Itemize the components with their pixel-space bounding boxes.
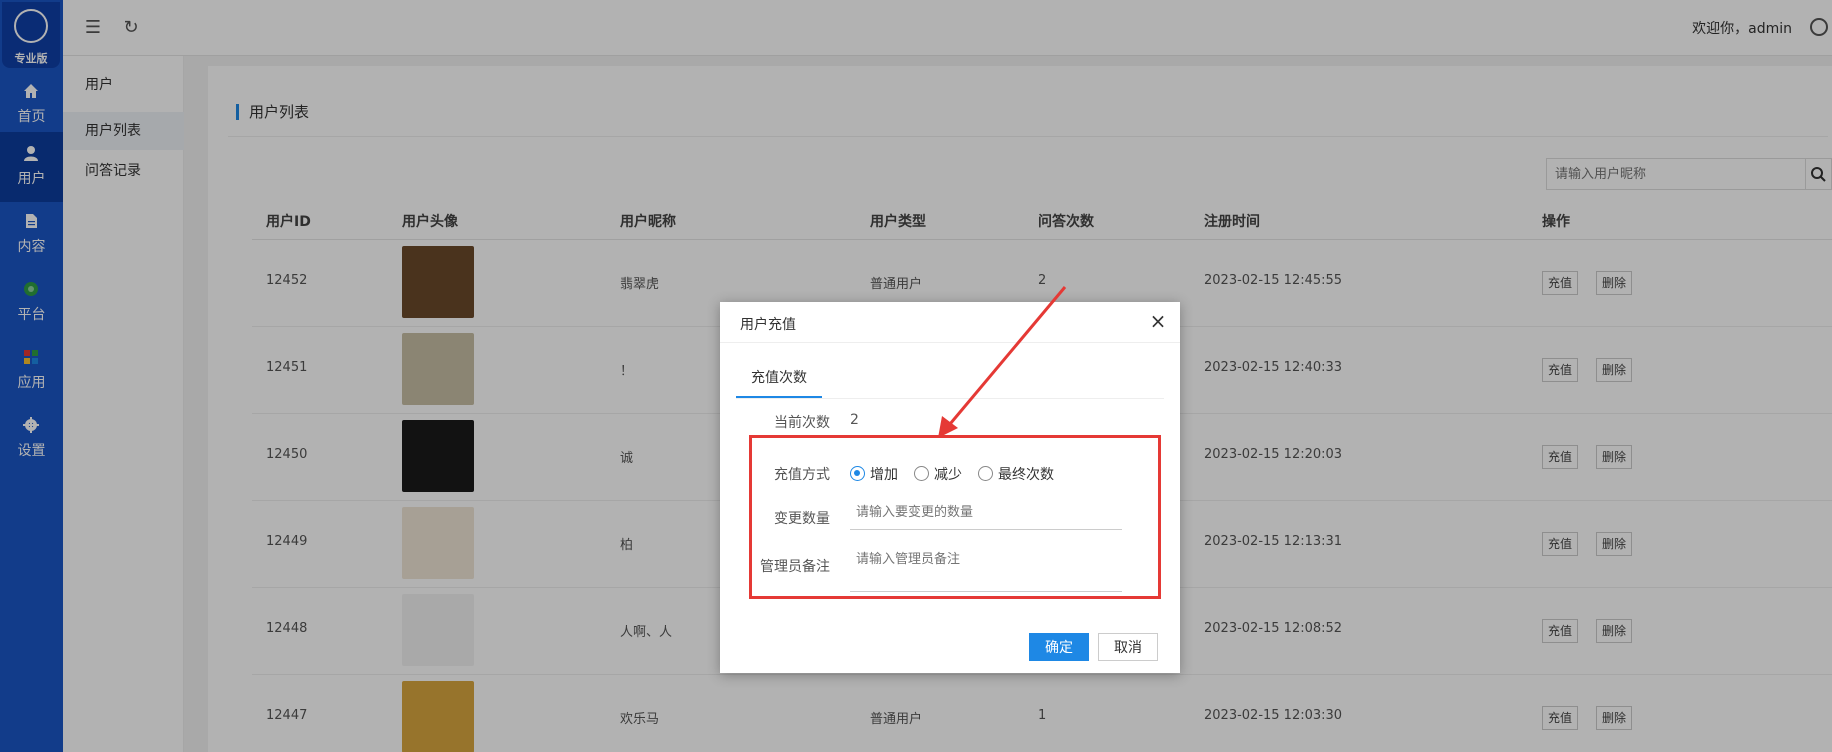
recharge-method-label: 充值方式 [774,467,830,483]
admin-note-textarea[interactable] [850,540,1122,592]
current-count-value: 2 [850,412,859,428]
radio-label: 最终次数 [998,467,1054,483]
tab-recharge-count[interactable]: 充值次数 [736,358,822,398]
change-amount-input[interactable] [850,496,1122,530]
cancel-button[interactable]: 取消 [1098,633,1158,661]
annotation-arrow [938,286,1067,438]
radio-label: 减少 [934,467,962,483]
radio-dot [850,466,865,481]
radio-dot [914,466,929,481]
radio-dot [978,466,993,481]
dialog-title: 用户充值 [740,317,796,333]
confirm-button[interactable]: 确定 [1029,633,1089,661]
close-icon[interactable]: × [1148,311,1168,332]
change-amount-label: 变更数量 [774,511,830,527]
current-count-label: 当前次数 [774,415,830,431]
radio-label: 增加 [870,467,898,483]
admin-note-label: 管理员备注 [760,559,830,575]
